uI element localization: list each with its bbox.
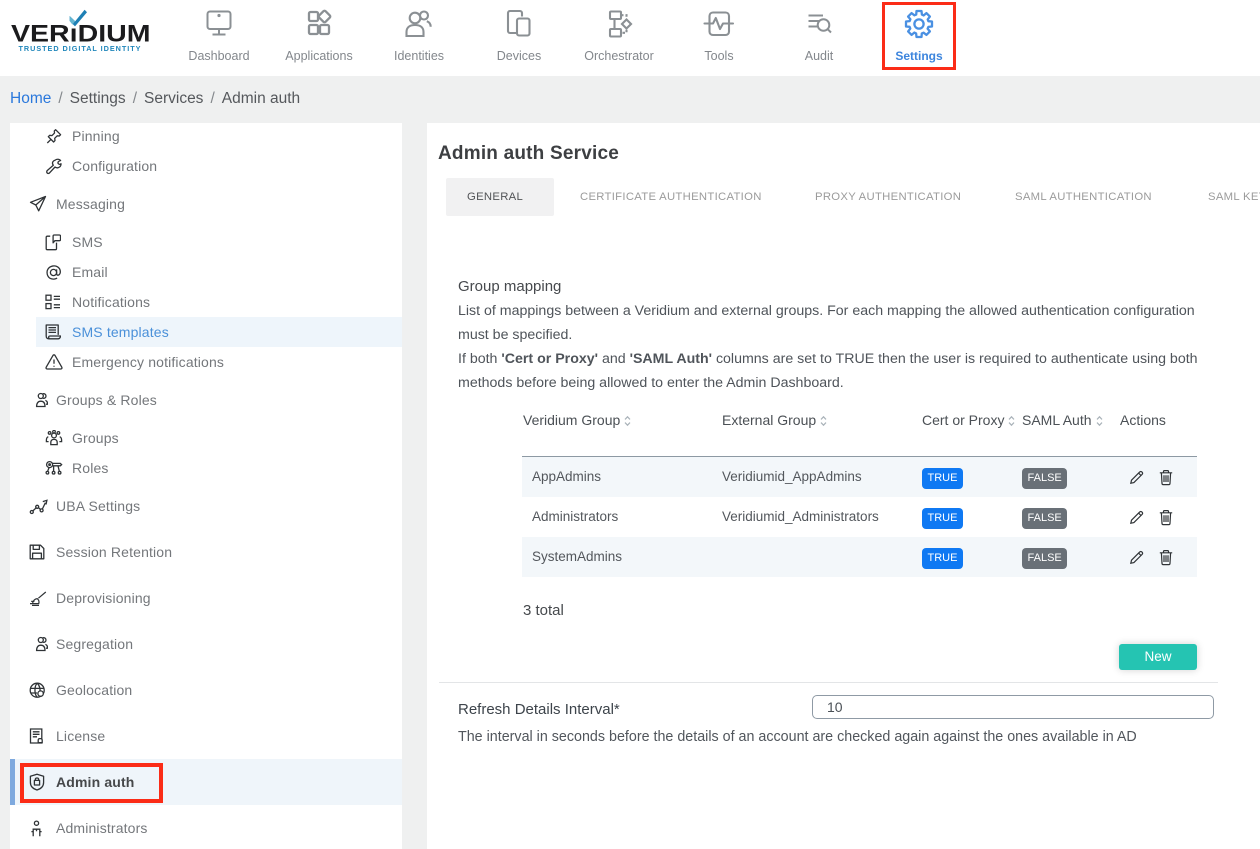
svg-text:TRUSTED DIGITAL IDENTITY: TRUSTED DIGITAL IDENTITY (19, 44, 142, 53)
